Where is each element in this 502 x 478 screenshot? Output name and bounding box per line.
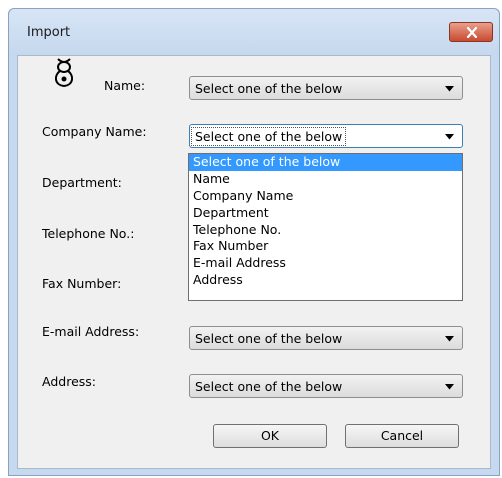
person-icon xyxy=(54,58,74,88)
chevron-down-icon xyxy=(445,336,454,342)
department-label: Department: xyxy=(42,175,122,190)
company-name-select[interactable]: Select one of the below xyxy=(189,124,463,148)
company-name-dropdown-list[interactable]: Select one of the below Name Company Nam… xyxy=(188,153,463,301)
close-button[interactable] xyxy=(449,22,493,42)
dropdown-option-name[interactable]: Name xyxy=(189,171,462,188)
dropdown-option-department[interactable]: Department xyxy=(189,205,462,222)
chevron-down-icon xyxy=(445,134,454,140)
address-select[interactable]: Select one of the below xyxy=(189,374,463,398)
title-bar[interactable]: Import xyxy=(9,9,499,55)
close-icon xyxy=(466,27,478,38)
email-address-select[interactable]: Select one of the below xyxy=(189,326,463,350)
cancel-button[interactable]: Cancel xyxy=(345,424,459,448)
dropdown-option-telephone[interactable]: Telephone No. xyxy=(189,222,462,239)
company-name-label: Company Name: xyxy=(42,124,147,139)
email-address-label: E-mail Address: xyxy=(42,324,140,339)
dropdown-option-address[interactable]: Address xyxy=(189,272,462,289)
dropdown-option-email-address[interactable]: E-mail Address xyxy=(189,255,462,272)
telephone-label: Telephone No.: xyxy=(42,226,135,241)
chevron-down-icon xyxy=(445,384,454,390)
dropdown-option-fax-number[interactable]: Fax Number xyxy=(189,238,462,255)
name-select[interactable]: Select one of the below xyxy=(189,76,463,100)
fax-number-label: Fax Number: xyxy=(42,276,122,291)
name-select-value: Select one of the below xyxy=(195,81,343,96)
ok-button[interactable]: OK xyxy=(213,424,327,448)
address-select-value: Select one of the below xyxy=(195,379,343,394)
email-address-select-value: Select one of the below xyxy=(195,331,343,346)
address-label: Address: xyxy=(42,374,96,389)
company-name-select-value: Select one of the below xyxy=(190,127,347,146)
dropdown-option-company-name[interactable]: Company Name xyxy=(189,188,462,205)
dropdown-option-select[interactable]: Select one of the below xyxy=(189,154,462,171)
name-label: Name: xyxy=(104,78,146,93)
dialog-title: Import xyxy=(27,25,71,40)
chevron-down-icon xyxy=(445,86,454,92)
